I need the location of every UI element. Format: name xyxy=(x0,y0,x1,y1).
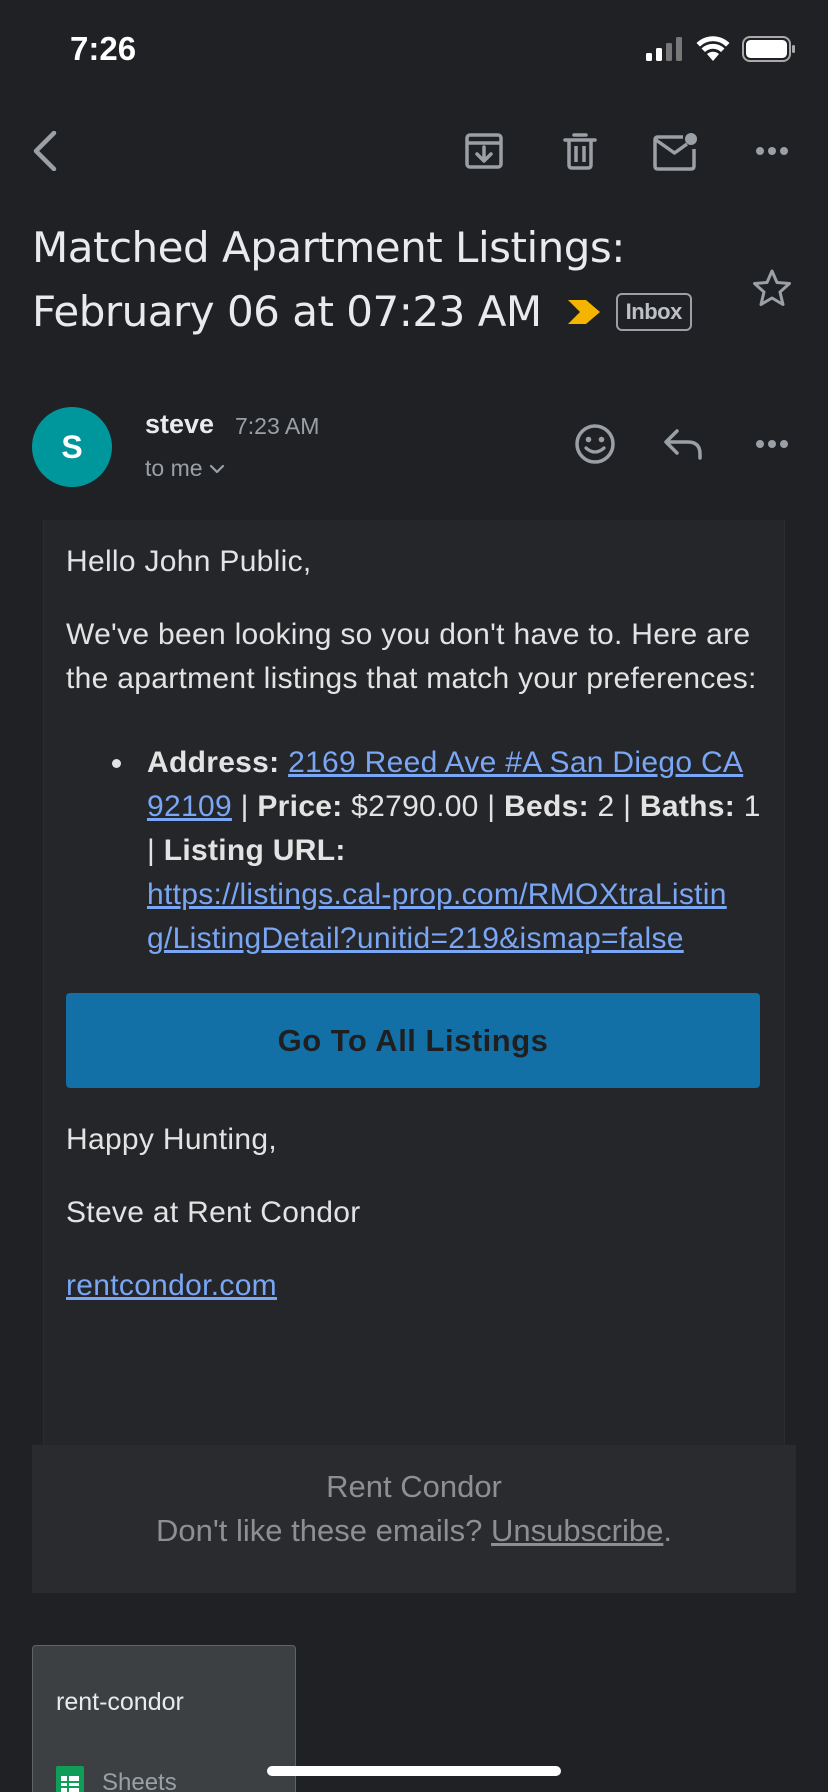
signoff: Happy Hunting, xyxy=(66,1123,277,1156)
unsubscribe-prefix: Don't like these emails? xyxy=(156,1513,492,1548)
listing-item: Address: 2169 Reed Ave #A San Diego CA 9… xyxy=(66,741,766,961)
subject-line-2: February 06 at 07:23 AM xyxy=(32,287,542,336)
status-bar: 7:26 xyxy=(0,0,828,100)
beds-value: 2 xyxy=(597,790,615,823)
mark-unread-button[interactable] xyxy=(645,120,707,182)
chevron-down-icon xyxy=(209,464,224,473)
subject-line-1: Matched Apartment Listings: xyxy=(32,223,625,272)
email-body: Hello John Public, We've been looking so… xyxy=(66,540,766,1337)
important-marker-icon[interactable] xyxy=(566,280,602,344)
wifi-icon xyxy=(696,36,730,61)
avatar[interactable]: S xyxy=(32,407,112,487)
recipients-toggle[interactable]: to me xyxy=(145,455,225,482)
beds-label: Beds: xyxy=(504,790,589,823)
unsubscribe-suffix: . xyxy=(663,1513,672,1548)
separator: | xyxy=(147,834,164,867)
unsubscribe-line: Don't like these emails? Unsubscribe. xyxy=(32,1509,796,1553)
separator: | xyxy=(231,790,258,823)
url-label: Listing URL: xyxy=(163,834,346,867)
back-button[interactable] xyxy=(14,120,76,182)
subject-line-2-row: February 06 at 07:23 AM Inbox xyxy=(32,280,732,344)
baths-label: Baths: xyxy=(639,790,736,823)
listing-url-link[interactable]: https://listings.cal-prop.com/RMOXtraLis… xyxy=(147,873,747,961)
greeting: Hello John Public, xyxy=(66,545,312,578)
attachment-type-label: Sheets xyxy=(102,1769,177,1792)
mark-unread-icon xyxy=(653,133,697,171)
attachment-name: rent-condor xyxy=(56,1688,184,1716)
status-time: 7:26 xyxy=(70,30,137,67)
more-options-button[interactable] xyxy=(741,120,803,182)
recipients-label: to me xyxy=(145,455,203,481)
message-more-button[interactable] xyxy=(741,413,803,475)
unsubscribe-link[interactable]: Unsubscribe xyxy=(491,1513,663,1548)
delete-button[interactable] xyxy=(549,120,611,182)
separator: | xyxy=(614,790,640,823)
price-label: Price: xyxy=(257,790,343,823)
star-button[interactable] xyxy=(752,268,792,313)
star-icon xyxy=(753,269,791,306)
reply-icon xyxy=(664,429,702,460)
archive-icon xyxy=(465,133,503,169)
intro-paragraph: We've been looking so you don't have to.… xyxy=(66,618,757,695)
status-icons xyxy=(646,36,796,62)
signal-icon xyxy=(646,37,682,61)
back-arrow-icon xyxy=(33,131,57,171)
inbox-label-badge[interactable]: Inbox xyxy=(615,293,692,331)
footer-brand: Rent Condor xyxy=(326,1469,502,1504)
baths-value: 1 xyxy=(743,790,761,823)
sent-time: 7:23 AM xyxy=(235,413,320,439)
react-button[interactable] xyxy=(564,413,626,475)
emoji-icon xyxy=(575,424,615,464)
more-icon xyxy=(756,147,788,155)
sender-header: S steve 7:23 AM to me xyxy=(32,407,796,487)
signature: Steve at Rent Condor xyxy=(66,1196,361,1229)
toolbar xyxy=(0,120,828,182)
sheets-icon xyxy=(56,1766,84,1792)
site-link[interactable]: rentcondor.com xyxy=(66,1269,277,1302)
home-indicator[interactable] xyxy=(267,1766,561,1776)
archive-button[interactable] xyxy=(453,120,515,182)
more-icon xyxy=(756,440,788,448)
attachment-type: Sheets xyxy=(56,1766,177,1792)
email-footer: Rent Condor Don't like these emails? Uns… xyxy=(32,1445,796,1593)
separator: | xyxy=(478,790,505,823)
reply-button[interactable] xyxy=(652,413,714,475)
price-value: $2790.00 xyxy=(351,790,479,823)
email-subject: Matched Apartment Listings: February 06 … xyxy=(32,216,732,344)
trash-icon xyxy=(563,133,597,170)
address-label: Address: xyxy=(147,746,280,779)
attachment-card[interactable]: rent-condor Sheets xyxy=(32,1645,296,1792)
sender-name: steve xyxy=(145,409,215,439)
go-to-all-listings-button[interactable]: Go To All Listings xyxy=(66,993,760,1088)
battery-icon xyxy=(742,36,795,62)
